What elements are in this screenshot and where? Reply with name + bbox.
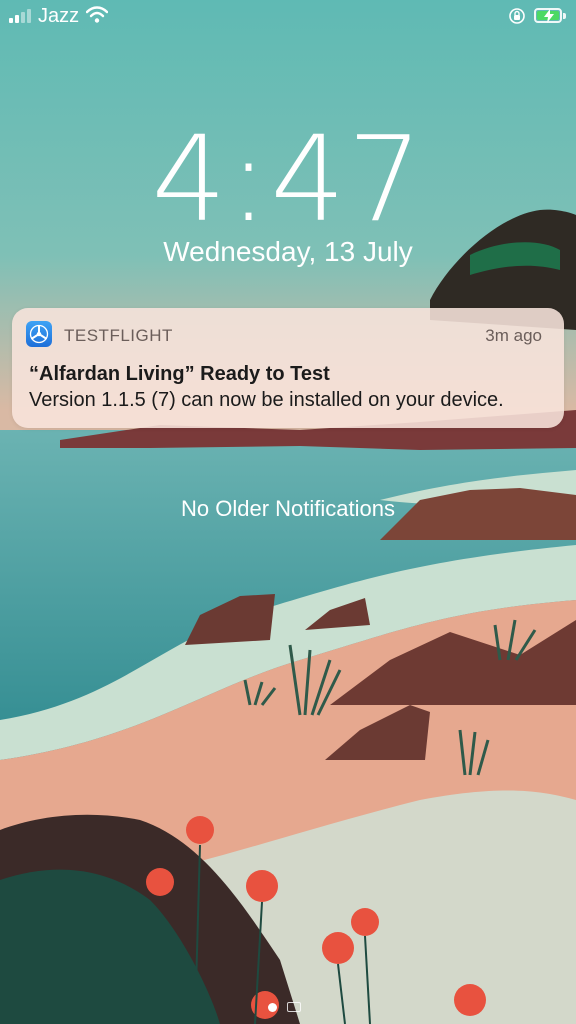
notification-card[interactable]: TESTFLIGHT 3m ago “Alfardan Living” Read… [12, 308, 564, 428]
camera-icon[interactable] [287, 1002, 301, 1012]
notification-title: “Alfardan Living” Ready to Test [29, 363, 330, 385]
lock-screen-date: Wednesday, 13 July [163, 236, 413, 267]
carrier-name: Jazz [38, 5, 80, 27]
notification-app-name: TESTFLIGHT [64, 326, 173, 345]
no-older-notifications-label: No Older Notifications [181, 496, 395, 521]
status-bar: Jazz [0, 0, 576, 34]
testflight-icon [26, 321, 52, 347]
lock-screen-time: 4:47 [151, 110, 425, 248]
battery-tip [563, 13, 566, 19]
notification-time-ago: 3m ago [485, 326, 542, 345]
battery-charging-icon [534, 8, 562, 23]
notification-body: Version 1.1.5 (7) can now be installed o… [29, 389, 504, 411]
wifi-icon [86, 6, 108, 23]
cellular-signal-icon [9, 9, 31, 23]
page-indicator[interactable] [268, 1002, 301, 1012]
rotation-lock-icon [509, 8, 525, 24]
page-dot-icon [268, 1002, 277, 1012]
